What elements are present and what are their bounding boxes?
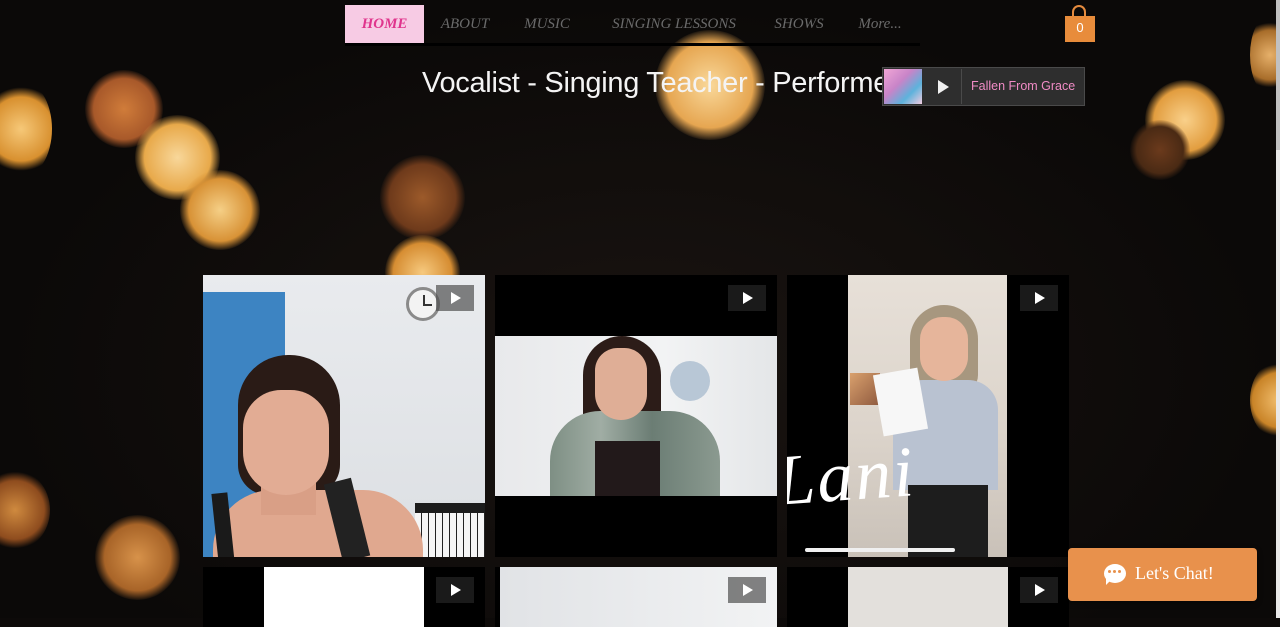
video-tile[interactable] xyxy=(495,567,777,627)
play-icon[interactable] xyxy=(436,577,474,603)
album-cover xyxy=(884,69,922,104)
thumbnail-figure xyxy=(908,485,988,557)
nav-item-home[interactable]: HOME xyxy=(345,5,424,43)
video-tile[interactable] xyxy=(787,567,1069,627)
bokeh-light xyxy=(95,515,180,600)
play-icon[interactable] xyxy=(728,285,766,311)
bokeh-light xyxy=(1130,120,1190,180)
page-scrollbar[interactable] xyxy=(1276,0,1280,618)
video-tile[interactable]: Lani xyxy=(787,275,1069,557)
play-icon[interactable] xyxy=(1020,577,1058,603)
thumbnail-figure xyxy=(243,390,329,495)
signature-logo: Lani xyxy=(787,431,918,521)
cart-button[interactable]: 0 xyxy=(1064,5,1096,43)
thumbnail-plant xyxy=(670,361,710,401)
thumbnail-figure xyxy=(595,441,660,496)
thumbnail-keys xyxy=(415,513,485,557)
chat-button[interactable]: Let's Chat! xyxy=(1068,548,1257,601)
bokeh-light xyxy=(180,170,260,250)
music-player: Fallen From Grace xyxy=(882,67,1085,106)
video-tile[interactable] xyxy=(203,275,485,557)
play-icon[interactable] xyxy=(728,577,766,603)
clock-icon xyxy=(406,287,440,321)
nav-item-more[interactable]: More... xyxy=(845,5,915,43)
nav-item-music[interactable]: MUSIC xyxy=(511,5,583,43)
video-thumbnail xyxy=(848,567,1008,627)
bokeh-light xyxy=(0,470,50,550)
bokeh-light xyxy=(380,155,465,240)
video-thumbnail xyxy=(495,336,777,496)
chat-dots xyxy=(1108,570,1122,576)
track-title[interactable]: Fallen From Grace xyxy=(971,68,1075,105)
nav-item-singing-lessons[interactable]: SINGING LESSONS xyxy=(595,5,753,43)
thumbnail-figure xyxy=(920,317,968,381)
thumbnail-figure xyxy=(595,348,647,420)
main-nav: HOME ABOUT MUSIC SINGING LESSONS SHOWS M… xyxy=(345,5,920,46)
thumbnail-figure xyxy=(213,490,423,557)
video-tile[interactable] xyxy=(495,275,777,557)
scrollbar-thumb[interactable] xyxy=(1276,0,1280,150)
play-icon[interactable] xyxy=(436,285,474,311)
nav-item-shows[interactable]: SHOWS xyxy=(763,5,835,43)
page-headline: Vocalist - Singing Teacher - Performer xyxy=(422,67,899,99)
chat-label: Let's Chat! xyxy=(1135,563,1214,583)
video-tile[interactable] xyxy=(203,567,485,627)
play-icon[interactable] xyxy=(923,69,962,104)
nav-item-about[interactable]: ABOUT xyxy=(429,5,501,43)
bokeh-light xyxy=(0,80,52,178)
signature-underline xyxy=(805,548,955,552)
play-icon[interactable] xyxy=(1020,285,1058,311)
cart-count: 0 xyxy=(1076,20,1084,35)
video-thumbnail xyxy=(264,567,424,627)
